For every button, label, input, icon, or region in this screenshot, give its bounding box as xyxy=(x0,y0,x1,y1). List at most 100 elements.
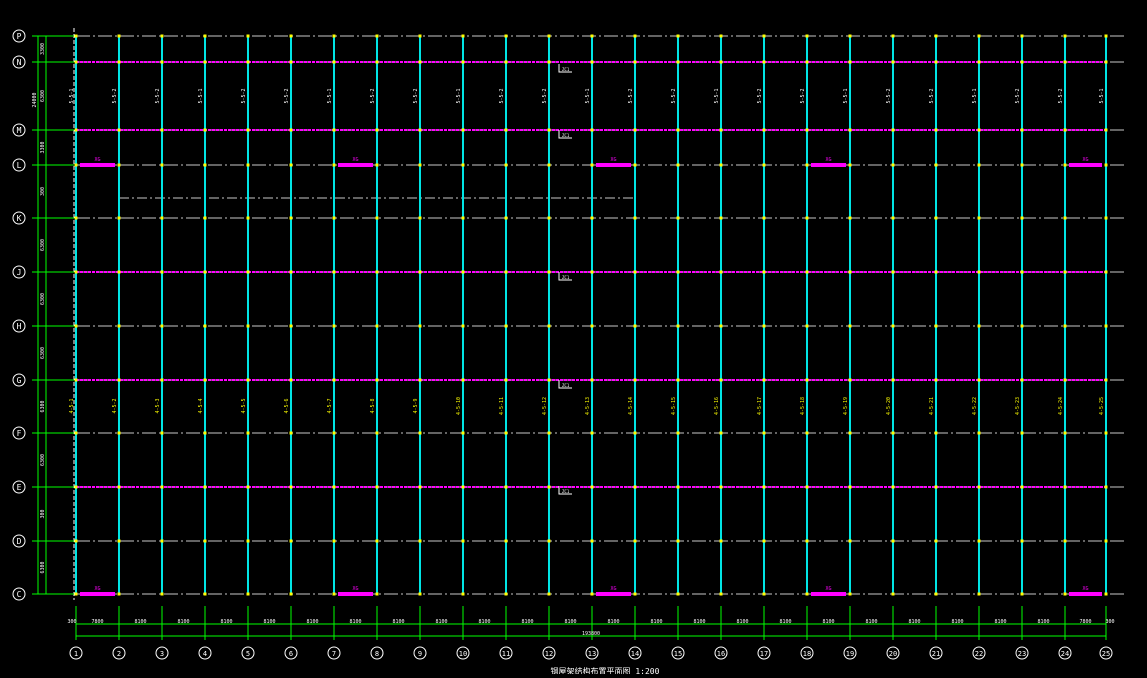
column-mark-top: 5-5-2 xyxy=(542,88,548,103)
node-marker xyxy=(891,592,895,596)
column-lines xyxy=(73,28,1107,600)
roof-brace-bar xyxy=(80,163,115,167)
bay-dimension-label: 8100 xyxy=(392,619,404,625)
node-marker xyxy=(633,163,637,167)
node-marker xyxy=(1104,592,1108,596)
node-marker xyxy=(547,60,551,64)
node-marker xyxy=(461,378,465,382)
axis-bubble-row-label: J xyxy=(17,268,22,277)
roof-brace-label: XG xyxy=(1082,157,1088,163)
axis-bubble-row-label: E xyxy=(17,483,22,492)
node-marker xyxy=(160,163,164,167)
node-marker xyxy=(1063,163,1067,167)
bay-dimension-label: 8100 xyxy=(779,619,791,625)
node-marker xyxy=(160,34,164,38)
node-marker xyxy=(891,539,895,543)
node-marker xyxy=(891,324,895,328)
node-marker xyxy=(74,592,78,596)
node-marker xyxy=(1104,539,1108,543)
node-marker xyxy=(848,324,852,328)
node-marker xyxy=(289,324,293,328)
column-mark-bottom: 4-5-1 xyxy=(69,398,75,413)
node-marker xyxy=(547,270,551,274)
node-marker xyxy=(762,431,766,435)
node-marker xyxy=(1104,378,1108,382)
node-marker xyxy=(891,378,895,382)
node-marker xyxy=(203,270,207,274)
bay-dimension-label: 7800 xyxy=(91,619,103,625)
node-marker xyxy=(504,485,508,489)
node-marker xyxy=(676,270,680,274)
node-marker xyxy=(762,324,766,328)
node-marker xyxy=(676,60,680,64)
node-marker xyxy=(1104,34,1108,38)
node-marker xyxy=(762,592,766,596)
node-marker xyxy=(332,270,336,274)
column-mark-top: 5-5-2 xyxy=(757,88,763,103)
node-marker xyxy=(418,270,422,274)
node-marker xyxy=(504,163,508,167)
node-marker xyxy=(203,324,207,328)
node-marker xyxy=(891,128,895,132)
node-marker xyxy=(590,163,594,167)
row-dimension-label: 300 xyxy=(40,509,46,518)
node-marker xyxy=(1020,431,1024,435)
column-mark-top: 5-5-2 xyxy=(1015,88,1021,103)
column-mark-top: 5-5-1 xyxy=(714,88,720,103)
node-marker xyxy=(719,128,723,132)
node-marker xyxy=(891,216,895,220)
node-marker xyxy=(461,34,465,38)
cad-drawing-canvas: XG XG XG XG XG XG XG XG XG XG 5-5-1 5-5-2 5-5-2 5-5-… xyxy=(0,0,1147,676)
node-marker xyxy=(160,539,164,543)
node-marker xyxy=(848,592,852,596)
node-marker xyxy=(418,163,422,167)
node-marker xyxy=(805,378,809,382)
roof-brace-bar xyxy=(338,592,373,596)
column-mark-bottom: 4-5-16 xyxy=(714,397,720,415)
axis-bubble-row-label: H xyxy=(17,322,22,331)
node-marker xyxy=(891,270,895,274)
node-marker xyxy=(418,324,422,328)
node-marker xyxy=(891,431,895,435)
node-marker xyxy=(246,431,250,435)
node-marker xyxy=(590,592,594,596)
bay-dimension-label: 8100 xyxy=(435,619,447,625)
node-marker xyxy=(547,539,551,543)
node-marker xyxy=(1020,324,1024,328)
node-marker xyxy=(418,128,422,132)
node-marker xyxy=(246,60,250,64)
node-marker xyxy=(375,431,379,435)
node-marker xyxy=(418,34,422,38)
node-marker xyxy=(762,216,766,220)
node-marker xyxy=(289,34,293,38)
node-marker xyxy=(805,431,809,435)
node-marker xyxy=(117,163,121,167)
node-marker xyxy=(461,128,465,132)
node-marker xyxy=(977,60,981,64)
node-marker xyxy=(848,539,852,543)
node-marker xyxy=(891,163,895,167)
node-marker xyxy=(504,60,508,64)
bay-dimension-label: 8100 xyxy=(650,619,662,625)
node-marker xyxy=(848,163,852,167)
column-mark-bottom: 4-5-9 xyxy=(413,398,419,413)
node-marker xyxy=(461,270,465,274)
node-marker xyxy=(934,378,938,382)
node-marker xyxy=(332,216,336,220)
node-marker xyxy=(805,128,809,132)
node-marker xyxy=(332,539,336,543)
node-marker xyxy=(117,485,121,489)
section-callout-label: ZC1 xyxy=(562,383,570,388)
node-marker xyxy=(676,592,680,596)
column-mark-bottom: 4-5-3 xyxy=(155,398,161,413)
node-marker xyxy=(203,485,207,489)
node-marker xyxy=(762,270,766,274)
node-marker xyxy=(289,60,293,64)
node-marker xyxy=(977,34,981,38)
node-marker xyxy=(1104,60,1108,64)
row-dimension-label: 6300 xyxy=(40,561,46,573)
node-marker xyxy=(117,378,121,382)
column-mark-top: 5-5-2 xyxy=(628,88,634,103)
axis-bubble-col-label: 14 xyxy=(631,650,639,658)
node-marker xyxy=(977,270,981,274)
